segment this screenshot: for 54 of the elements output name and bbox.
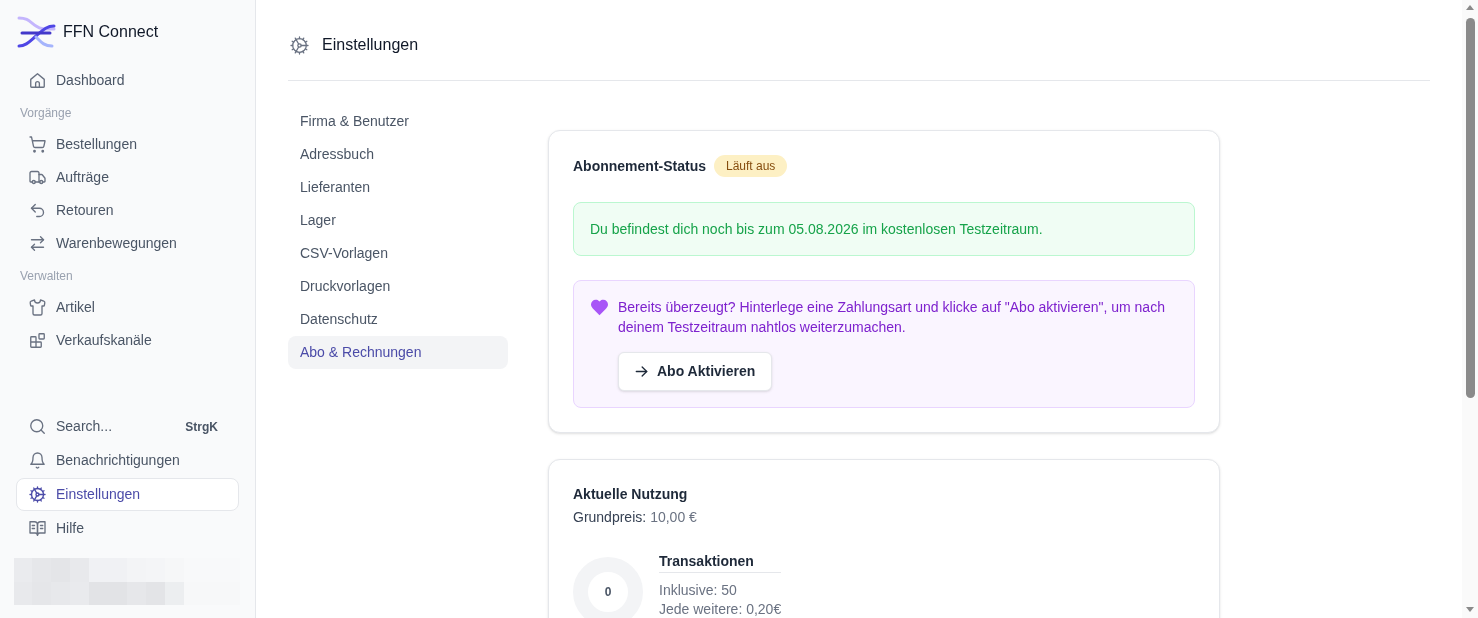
settings-nav-item[interactable]: Firma & Benutzer — [288, 105, 508, 138]
cart-icon — [30, 137, 45, 152]
settings-nav-item[interactable]: Datenschutz — [288, 303, 508, 336]
search-button[interactable]: Search... StrgK — [16, 410, 239, 443]
logo-icon — [16, 16, 56, 48]
sidebar-item[interactable]: Einstellungen — [16, 478, 239, 511]
settings-icon — [30, 487, 45, 502]
section-heading: Verwalten — [19, 267, 74, 285]
sidebar-item[interactable]: Hilfe — [16, 512, 239, 545]
price-value: 10,00 € — [650, 508, 697, 527]
swap-arrows-icon — [30, 236, 45, 251]
meter-title: Transaktionen — [659, 551, 781, 573]
sidebar-item[interactable]: Benachrichtigungen — [16, 444, 239, 477]
card-title: Aktuelle Nutzung — [573, 485, 689, 504]
book-icon — [30, 521, 45, 536]
promo-text: Bereits überzeugt? Hinterlege eine Zahlungsart und klicke auf "Abo aktivieren", um nach deinem Testzeitraum nahtlos weiterzumachen. — [618, 298, 1166, 337]
shirt-icon — [30, 300, 45, 315]
blocks-icon — [30, 333, 45, 348]
settings-nav-item[interactable]: Druckvorlagen — [288, 270, 508, 303]
scroll-down-arrow-icon[interactable] — [1466, 607, 1474, 612]
sidebar-item[interactable]: Retouren — [16, 194, 239, 227]
sidebar-item[interactable]: Dashboard — [16, 64, 239, 97]
meter-detail: Jede weitere: 0,20€ — [659, 600, 782, 618]
undo-arrow-icon — [30, 203, 45, 218]
settings-icon — [291, 36, 308, 54]
sidebar-item[interactable]: Warenbewegungen — [16, 227, 239, 260]
search-icon — [30, 419, 45, 434]
page-title: Einstellungen — [322, 35, 419, 55]
home-icon — [30, 73, 45, 88]
truck-icon — [30, 170, 45, 185]
activate-button[interactable]: Abo Aktivieren — [618, 352, 773, 391]
arrow-right-icon — [635, 365, 648, 378]
settings-nav-item[interactable]: Abo & Rechnungen — [288, 336, 508, 369]
settings-nav-item[interactable]: Lieferanten — [288, 171, 508, 204]
section-heading: Vorgänge — [19, 104, 73, 122]
sidebar-item[interactable]: Bestellungen — [16, 128, 239, 161]
usage-count: 0 — [604, 584, 612, 601]
card-title: Abonnement-Status — [573, 156, 706, 176]
app-name: FFN Connect — [63, 22, 159, 42]
settings-nav-item[interactable]: Lager — [288, 204, 508, 237]
shortcut-hint: StrgK — [185, 418, 218, 436]
scroll-up-arrow-icon[interactable] — [1466, 5, 1474, 10]
price-label: Grundpreis: — [573, 508, 647, 527]
meter-detail: Inklusive: 50 — [659, 581, 738, 600]
scrollbar-thumb[interactable] — [1465, 18, 1475, 398]
sidebar-item[interactable]: Aufträge — [16, 161, 239, 194]
heart-icon — [591, 299, 608, 316]
sidebar-item[interactable]: Artikel — [16, 291, 239, 324]
notice-text: Du befindest dich noch bis zum 05.08.2026 im kostenlosen Testzeitraum. — [590, 220, 1044, 239]
status-badge: Läuft aus — [714, 155, 788, 177]
sidebar-item[interactable]: Verkaufskanäle — [16, 324, 239, 357]
settings-nav-item[interactable]: CSV-Vorlagen — [288, 237, 508, 270]
settings-nav-item[interactable]: Adressbuch — [288, 138, 508, 171]
bell-icon — [30, 453, 45, 468]
